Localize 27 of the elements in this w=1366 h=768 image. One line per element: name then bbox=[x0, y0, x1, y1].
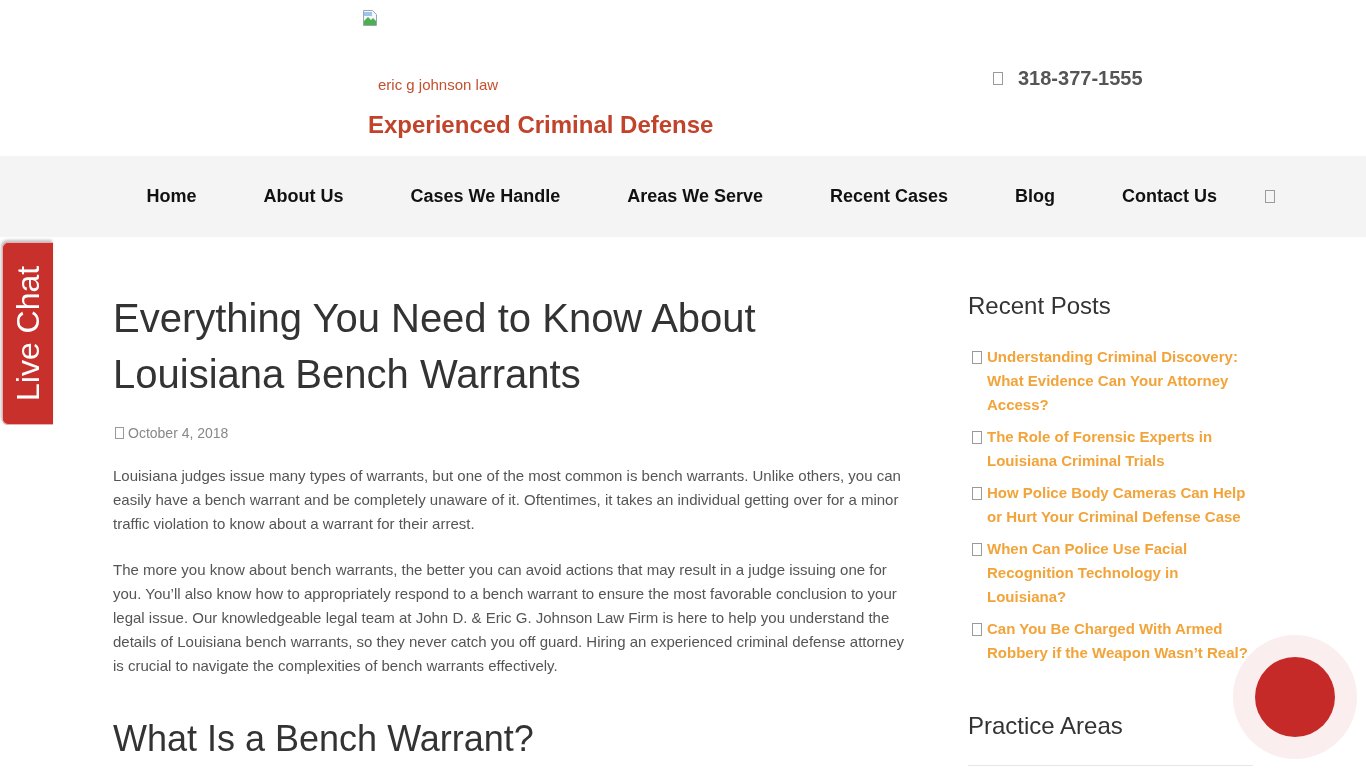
sidebar-heading: Recent Posts bbox=[968, 291, 1112, 321]
nav-link[interactable]: Home bbox=[113, 156, 230, 237]
post-title: Everything You Need to Know About Louisiana Bench Warrants bbox=[113, 295, 757, 398]
logo-text[interactable]: eric g johnson law bbox=[378, 75, 499, 95]
nav-link[interactable]: Areas We Serve bbox=[593, 156, 797, 237]
square-outline-icon[interactable] bbox=[1264, 190, 1275, 203]
post-date: October 4, 2018 bbox=[128, 424, 229, 443]
section-heading: What Is a Bench Warrant? bbox=[113, 717, 535, 761]
nav-link[interactable]: Recent Cases bbox=[796, 156, 982, 237]
square-outline-icon bbox=[972, 431, 982, 444]
nav-link[interactable]: About Us bbox=[230, 156, 377, 237]
phone-link[interactable]: 318-377-1555 bbox=[1018, 66, 1143, 90]
body-paragraph: The more you know about bench warrants, the better you can avoid actions that may result in a judge issuing one for you. You’ll also know how to appropriately respond to a bench warrant to ensure the most favorable conclusion to your legal issue. Our knowledgeable legal team at John D. & Eric G. Johnson Law Firm is here to help you understand the details of Louisiana bench warrants, so they never catch you off guard. Hiring an experienced criminal defense attorney is crucial to navigate the complexities of bench warrants effectively. bbox=[113, 560, 905, 676]
square-outline-icon bbox=[972, 487, 982, 500]
nav-link[interactable]: Blog bbox=[981, 156, 1089, 237]
square-outline-icon bbox=[972, 351, 982, 364]
broken-image-icon bbox=[362, 10, 378, 26]
live-chat-tab[interactable]: Live Chat bbox=[2, 242, 53, 425]
square-outline-icon bbox=[115, 427, 124, 439]
sidebar-heading: Practice Areas bbox=[968, 711, 1124, 741]
square-outline-icon bbox=[993, 71, 1003, 85]
nav-link[interactable]: Contact Us bbox=[1088, 156, 1251, 237]
square-outline-icon bbox=[972, 623, 982, 636]
site-tagline: Experienced Criminal Defense bbox=[368, 110, 714, 140]
nav-link[interactable]: Cases We Handle bbox=[377, 156, 594, 237]
body-paragraph: Louisiana judges issue many types of warrants, but one of the most common is bench warrants. Unlike others, you can easily have a bench warrant and be completely unaware of it. Oftentimes, it takes an individual getting over for a minor traffic violation to know about a warrant for their arrest. bbox=[113, 466, 902, 534]
square-outline-icon bbox=[972, 543, 982, 556]
